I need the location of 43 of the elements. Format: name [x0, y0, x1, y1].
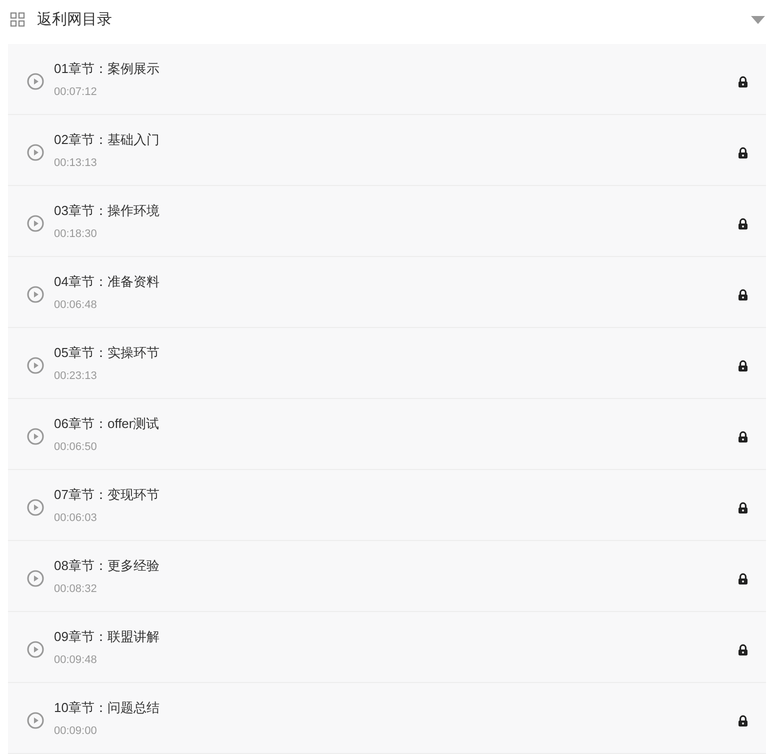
play-icon: [27, 286, 44, 302]
lesson-duration: 00:09:00: [54, 725, 98, 737]
lesson-row[interactable]: 10章节：问题总结 00:09:00: [8, 683, 766, 754]
lesson-row[interactable]: 07章节：变现环节 00:06:03: [8, 470, 766, 541]
lesson-duration: 00:06:03: [54, 512, 98, 524]
play-icon: [27, 428, 44, 444]
play-icon: [27, 498, 44, 516]
play-icon: [27, 144, 44, 160]
catalog-title: 返利网目录: [37, 10, 112, 28]
lesson-row[interactable]: 04章节：准备资料 00:06:48: [8, 257, 766, 328]
lesson-duration: 00:09:48: [54, 654, 98, 666]
lesson-row[interactable]: 03章节：操作环境 00:18:30: [8, 186, 766, 257]
lesson-row[interactable]: 05章节：实操环节 00:23:13: [8, 328, 766, 399]
play-icon: [27, 640, 44, 658]
lesson-title: 05章节：实操环节: [54, 344, 160, 362]
lesson-duration: 00:18:30: [54, 228, 98, 240]
lesson-row[interactable]: 06章节：offer测试 00:06:50: [8, 399, 766, 470]
lesson-duration: 00:06:50: [54, 441, 98, 453]
lesson-duration: 00:07:12: [54, 86, 98, 98]
lesson-row[interactable]: 09章节：联盟讲解 00:09:48: [8, 612, 766, 683]
lesson-duration: 00:08:32: [54, 583, 98, 595]
lesson-title: 09章节：联盟讲解: [54, 628, 160, 646]
caret-icon[interactable]: [751, 14, 765, 24]
play-icon: [27, 712, 44, 728]
lesson-duration: 00:23:13: [54, 370, 98, 382]
grid-icon: [10, 12, 25, 26]
lesson-duration: 00:13:13: [54, 157, 98, 169]
play-icon: [27, 214, 44, 232]
lesson-title: 06章节：offer测试: [54, 415, 160, 433]
lesson-row[interactable]: 08章节：更多经验 00:08:32: [8, 541, 766, 612]
lesson-duration: 00:06:48: [54, 299, 98, 311]
lesson-title: 10章节：问题总结: [54, 699, 160, 717]
lesson-title: 01章节：案例展示: [54, 60, 160, 78]
lesson-title: 03章节：操作环境: [54, 202, 160, 220]
lesson-row[interactable]: 01章节：案例展示 00:07:12: [8, 44, 766, 115]
play-icon: [27, 72, 44, 90]
lesson-row[interactable]: 02章节：基础入门 00:13:13: [8, 115, 766, 186]
lesson-title: 04章节：准备资料: [54, 273, 160, 291]
lesson-title: 08章节：更多经验: [54, 557, 160, 575]
play-icon: [27, 570, 44, 586]
lesson-title: 02章节：基础入门: [54, 131, 160, 149]
play-icon: [27, 356, 44, 374]
lesson-title: 07章节：变现环节: [54, 486, 160, 504]
